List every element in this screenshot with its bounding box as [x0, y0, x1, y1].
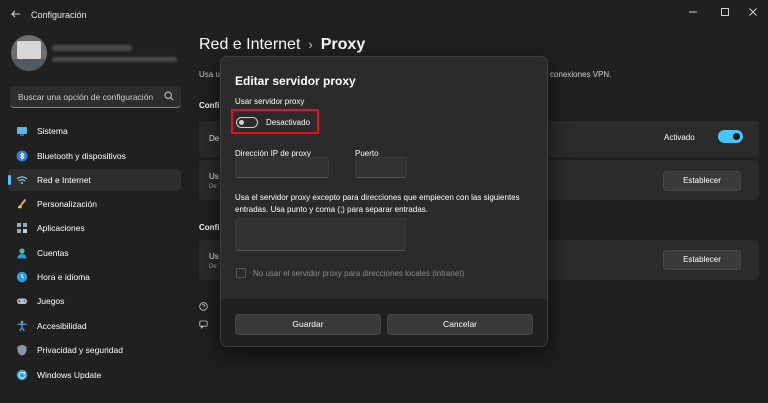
sidebar-item-label: Bluetooth y dispositivos	[37, 151, 126, 161]
brush-icon	[18, 198, 27, 209]
sidebar-item-accesibilidad[interactable]: Accesibilidad	[8, 315, 181, 337]
apps-icon	[17, 223, 27, 233]
accessibility-icon	[17, 320, 27, 332]
search-box[interactable]: Buscar una opción de configuración	[10, 86, 181, 108]
sidebar-item-cuentas[interactable]: Cuentas	[8, 242, 181, 264]
maximize-button[interactable]	[712, 5, 738, 23]
section-header-manual: Confi	[199, 223, 220, 232]
local-addresses-label: No usar el servidor proxy para direccion…	[253, 269, 465, 278]
page-description-start: Usa u	[199, 70, 220, 79]
minimize-button[interactable]	[680, 5, 706, 23]
sidebar-item-juegos[interactable]: Juegos	[8, 290, 181, 312]
page-description-end: conexiones VPN.	[550, 70, 612, 79]
person-icon	[17, 248, 27, 259]
save-button[interactable]: Guardar	[235, 314, 381, 335]
close-button[interactable]	[740, 5, 766, 23]
sidebar-item-sistema[interactable]: Sistema	[8, 120, 181, 142]
sidebar-item-aplicaciones[interactable]: Aplicaciones	[8, 217, 181, 239]
use-proxy-toggle-state: Desactivado	[266, 118, 311, 127]
sidebar-item-privacidad[interactable]: Privacidad y seguridad	[8, 339, 181, 361]
breadcrumb-separator: ›	[308, 37, 313, 52]
auto-detect-title: De	[209, 134, 220, 143]
sidebar-item-red-internet[interactable]: Red e Internet	[8, 169, 181, 191]
sidebar-item-label: Hora e idioma	[37, 272, 90, 282]
page-title: Proxy	[320, 36, 366, 53]
sidebar-item-label: Personalización	[37, 199, 98, 209]
manual-proxy-subtitle: De	[209, 264, 217, 270]
back-arrow-icon[interactable]	[8, 8, 24, 24]
shield-icon	[17, 344, 27, 356]
use-proxy-label: Usar servidor proxy	[235, 97, 305, 106]
sidebar-item-bluetooth[interactable]: Bluetooth y dispositivos	[8, 145, 181, 167]
sidebar-item-label: Red e Internet	[37, 175, 91, 185]
gamepad-icon	[17, 298, 27, 304]
manual-proxy-set-button[interactable]: Establecer	[663, 250, 741, 270]
setup-script-title: Us	[209, 172, 219, 181]
avatar[interactable]	[11, 35, 47, 71]
proxy-ip-input[interactable]	[235, 157, 329, 178]
dialog-footer: Guardar Cancelar	[221, 299, 547, 346]
monitor-icon	[17, 127, 27, 136]
local-addresses-checkbox[interactable]	[236, 268, 246, 278]
use-proxy-toggle[interactable]	[236, 117, 258, 128]
breadcrumb: Red e Internet › Proxy	[199, 36, 365, 54]
exceptions-description: Usa el servidor proxy excepto para direc…	[235, 193, 520, 214]
exceptions-input[interactable]	[235, 218, 406, 251]
sidebar-item-windows-update[interactable]: Windows Update	[8, 364, 181, 386]
profile-name-redacted	[52, 45, 132, 51]
auto-detect-state: Activado	[664, 133, 695, 142]
manual-proxy-title: Us	[209, 252, 219, 261]
bluetooth-icon	[16, 150, 28, 162]
app-title: Configuración	[31, 10, 87, 20]
sidebar-item-label: Privacidad y seguridad	[37, 345, 123, 355]
sidebar-item-label: Cuentas	[37, 248, 69, 258]
profile-email-redacted	[52, 57, 177, 62]
search-placeholder: Buscar una opción de configuración	[18, 92, 154, 102]
dialog-title: Editar servidor proxy	[235, 74, 356, 88]
sidebar-item-personalizacion[interactable]: Personalización	[8, 193, 181, 215]
feedback-icon[interactable]	[199, 320, 208, 329]
sidebar-item-label: Juegos	[37, 296, 65, 306]
sidebar-item-label: Windows Update	[37, 370, 102, 380]
edit-proxy-dialog: Editar servidor proxy Usar servidor prox…	[220, 56, 548, 347]
wifi-icon	[16, 176, 28, 184]
setup-script-set-button[interactable]: Establecer	[663, 171, 741, 191]
help-icon[interactable]	[199, 302, 208, 311]
section-header-auto: Confi	[199, 101, 220, 110]
proxy-port-input[interactable]	[355, 157, 407, 178]
setup-script-subtitle: De	[209, 184, 217, 190]
search-icon	[164, 91, 174, 101]
title-bar: Configuración	[0, 0, 768, 32]
update-icon	[16, 369, 28, 381]
auto-detect-toggle[interactable]	[718, 130, 743, 143]
cancel-button[interactable]: Cancelar	[387, 314, 533, 335]
breadcrumb-parent[interactable]: Red e Internet	[199, 36, 300, 53]
sidebar-item-hora-idioma[interactable]: Hora e idioma	[8, 266, 181, 288]
sidebar-item-label: Aplicaciones	[37, 223, 85, 233]
sidebar-item-label: Sistema	[37, 126, 68, 136]
sidebar-item-label: Accesibilidad	[37, 321, 87, 331]
globe-clock-icon	[16, 271, 28, 283]
